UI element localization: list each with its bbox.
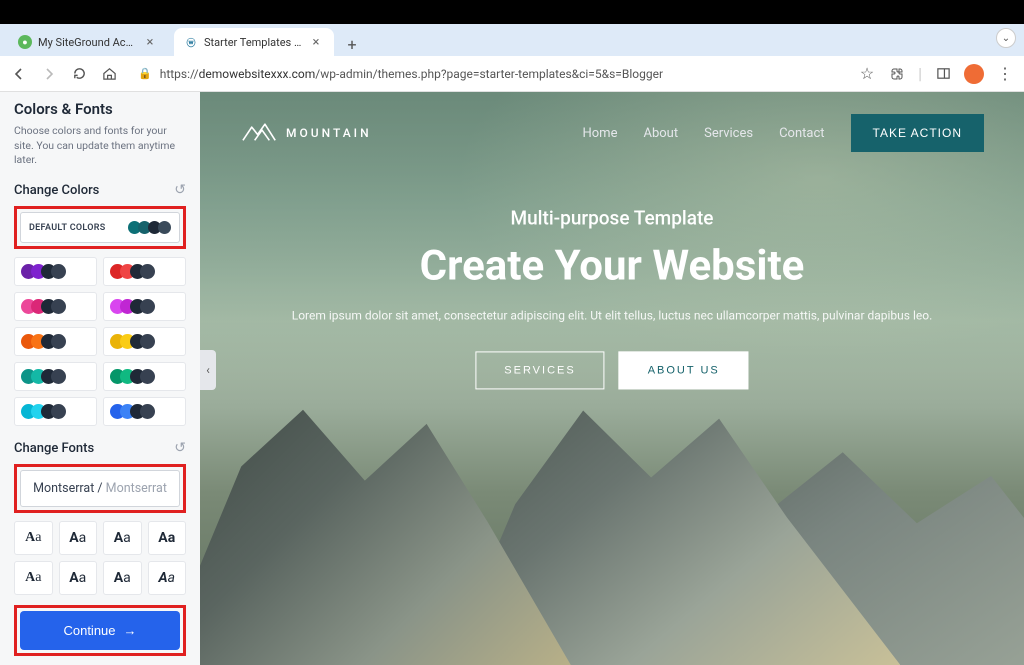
reset-colors-icon[interactable]: ↺ xyxy=(174,182,186,198)
about-us-button[interactable]: ABOUT US xyxy=(619,352,749,390)
star-icon[interactable]: ☆ xyxy=(858,65,876,83)
selected-font-highlight: Montserrat / Montserrat xyxy=(14,464,186,513)
default-swatches xyxy=(132,221,171,234)
hero-title: Create Your Website xyxy=(282,242,941,291)
logo-text: MOUNTAIN xyxy=(286,126,372,140)
default-colors-label: DEFAULT COLORS xyxy=(29,223,106,233)
tab-title: Starter Templates ‹ My WordP xyxy=(204,36,302,49)
palette-grid xyxy=(14,257,186,426)
palette-option[interactable] xyxy=(14,362,97,391)
font-grid: Aa Aa Aa Aa Aa Aa Aa Aa xyxy=(14,521,186,595)
browser-toolbar: 🔒 https://demowebsitexxx.com/wp-admin/th… xyxy=(0,56,1024,92)
reset-fonts-icon[interactable]: ↺ xyxy=(174,440,186,456)
favicon-siteground-icon: ● xyxy=(18,35,32,49)
default-colors-option[interactable]: DEFAULT COLORS xyxy=(20,212,180,243)
font-option[interactable]: Aa xyxy=(59,561,98,595)
tab-strip: ● My SiteGround Account × ⓦ Starter Temp… xyxy=(0,24,1024,56)
menu-icon[interactable]: ⋮ xyxy=(996,65,1014,83)
default-colors-highlight: DEFAULT COLORS xyxy=(14,206,186,249)
back-button[interactable] xyxy=(10,65,28,83)
font-option[interactable]: Aa xyxy=(59,521,98,555)
site-logo[interactable]: MOUNTAIN xyxy=(240,119,372,147)
collapse-sidebar-handle[interactable]: ‹ xyxy=(200,350,216,390)
reload-button[interactable] xyxy=(70,65,88,83)
hero-section: Multi-purpose Template Create Your Websi… xyxy=(282,207,941,390)
window-blackbar xyxy=(0,0,1024,24)
mountain-logo-icon xyxy=(240,119,284,147)
new-tab-button[interactable]: + xyxy=(340,32,364,56)
hero-subtitle: Multi-purpose Template xyxy=(282,207,941,230)
font-option[interactable]: Aa xyxy=(103,521,142,555)
font-option[interactable]: Aa xyxy=(14,521,53,555)
nav-contact[interactable]: Contact xyxy=(779,126,824,141)
nav-about[interactable]: About xyxy=(643,126,678,141)
palette-option[interactable] xyxy=(103,362,186,391)
change-colors-label: Change Colors xyxy=(14,183,99,198)
chevron-down-icon[interactable]: ⌄ xyxy=(996,28,1016,48)
continue-highlight: Continue → xyxy=(14,605,186,656)
services-button[interactable]: SERVICES xyxy=(475,352,604,390)
browser-tab-siteground[interactable]: ● My SiteGround Account × xyxy=(8,28,168,56)
close-icon[interactable]: × xyxy=(142,34,158,50)
forward-button[interactable] xyxy=(40,65,58,83)
close-icon[interactable]: × xyxy=(308,34,324,50)
template-preview: ‹ MOUNTAIN Home About Services Contact T… xyxy=(200,92,1024,665)
continue-button[interactable]: Continue → xyxy=(20,611,180,650)
font-option[interactable]: Aa xyxy=(103,561,142,595)
profile-avatar[interactable] xyxy=(964,64,984,84)
palette-option[interactable] xyxy=(14,397,97,426)
palette-option[interactable] xyxy=(103,292,186,321)
change-fonts-label: Change Fonts xyxy=(14,441,94,456)
favicon-wordpress-icon: ⓦ xyxy=(184,35,198,49)
sidebar-description: Choose colors and fonts for your site. Y… xyxy=(14,124,186,168)
site-nav: Home About Services Contact TAKE ACTION xyxy=(582,114,984,152)
font-option[interactable]: Aa xyxy=(148,521,187,555)
home-button[interactable] xyxy=(100,65,118,83)
mountain-image xyxy=(200,350,1024,665)
sidebar-heading: Colors & Fonts xyxy=(14,100,186,118)
lock-icon: 🔒 xyxy=(138,67,152,80)
font-option[interactable]: Aa xyxy=(148,561,187,595)
font-option[interactable]: Aa xyxy=(14,561,53,595)
palette-option[interactable] xyxy=(103,397,186,426)
browser-tab-starter-templates[interactable]: ⓦ Starter Templates ‹ My WordP × xyxy=(174,28,334,56)
hero-description: Lorem ipsum dolor sit amet, consectetur … xyxy=(282,307,941,326)
arrow-right-icon: → xyxy=(124,623,137,638)
hero-buttons: SERVICES ABOUT US xyxy=(282,352,941,390)
tab-title: My SiteGround Account xyxy=(38,36,136,49)
palette-option[interactable] xyxy=(14,292,97,321)
browser-window: ● My SiteGround Account × ⓦ Starter Temp… xyxy=(0,24,1024,665)
nav-home[interactable]: Home xyxy=(582,126,617,141)
palette-option[interactable] xyxy=(14,257,97,286)
take-action-button[interactable]: TAKE ACTION xyxy=(851,114,984,152)
customizer-sidebar: Colors & Fonts Choose colors and fonts f… xyxy=(0,92,200,665)
palette-option[interactable] xyxy=(103,257,186,286)
palette-option[interactable] xyxy=(103,327,186,356)
selected-font-option[interactable]: Montserrat / Montserrat xyxy=(20,470,180,507)
app-content: Colors & Fonts Choose colors and fonts f… xyxy=(0,92,1024,665)
url-bar[interactable]: 🔒 https://demowebsitexxx.com/wp-admin/th… xyxy=(130,60,846,88)
extensions-icon[interactable] xyxy=(888,65,906,83)
nav-services[interactable]: Services xyxy=(704,126,753,141)
sidepanel-icon[interactable] xyxy=(934,65,952,83)
palette-option[interactable] xyxy=(14,327,97,356)
site-header: MOUNTAIN Home About Services Contact TAK… xyxy=(200,92,1024,174)
url-text: https://demowebsitexxx.com/wp-admin/them… xyxy=(160,67,663,81)
